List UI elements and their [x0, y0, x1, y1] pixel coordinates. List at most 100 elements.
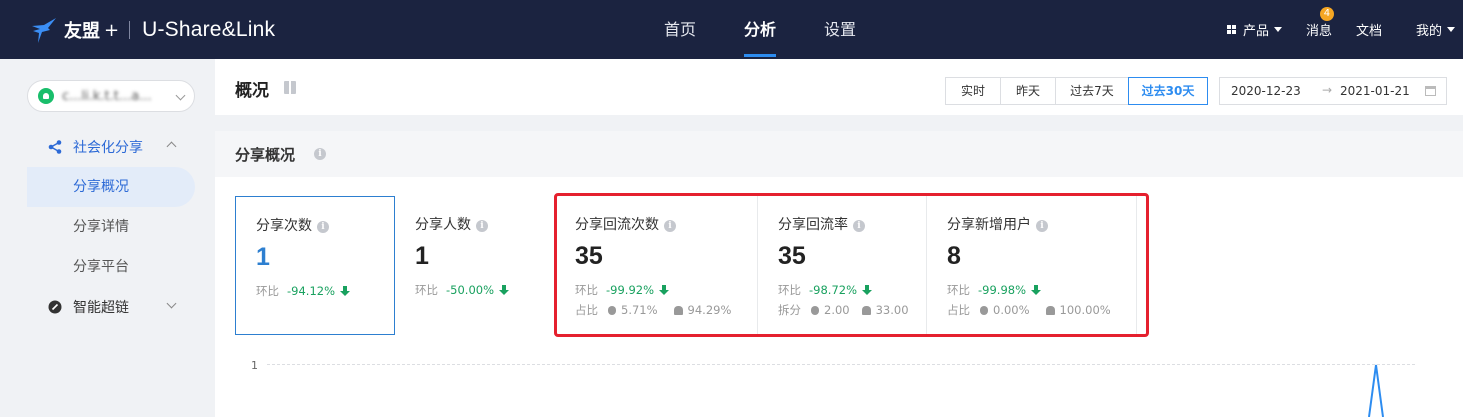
- messages-link[interactable]: 消息 4: [1305, 7, 1334, 39]
- info-icon[interactable]: i: [664, 220, 676, 232]
- split-label: 拆分: [778, 303, 801, 317]
- main-nav: 首页 分析 设置: [640, 0, 880, 59]
- apple-icon: [811, 305, 819, 315]
- android-icon: [673, 305, 683, 315]
- link-icon: [48, 300, 62, 314]
- android-value: 94.29%: [687, 303, 732, 317]
- grid-icon: [1226, 25, 1236, 34]
- umeng-logo[interactable]: 友盟 + U-Share&Link: [30, 14, 275, 46]
- android-value: 100.00%: [1059, 303, 1111, 317]
- metric-value: 35: [778, 242, 806, 270]
- date-range-tabs: 实时 昨天 过去7天 过去30天: [945, 77, 1208, 105]
- metric-label: 分享次数: [256, 218, 312, 234]
- menu-smart-link-label: 智能超链: [73, 300, 129, 316]
- sidebar-item-share-platform[interactable]: 分享平台: [27, 247, 195, 287]
- chart-series-line: [1368, 364, 1384, 417]
- page-header: 概况 实时 昨天 过去7天 过去30天 2020-12-23 → 2021-01…: [215, 59, 1463, 115]
- range-yesterday[interactable]: 昨天: [1000, 77, 1056, 105]
- logo-divider: [129, 21, 131, 39]
- ios-value: 2.00: [824, 303, 850, 317]
- ring-label: 环比: [575, 283, 598, 297]
- caret-down-icon: [1447, 27, 1455, 32]
- product-name: U-Share&Link: [142, 18, 276, 41]
- ios-value: 0.00%: [993, 303, 1030, 317]
- products-menu[interactable]: 产品: [1226, 20, 1282, 39]
- messages-badge: 4: [1319, 7, 1334, 21]
- metric-value: 35: [575, 242, 603, 270]
- calendar-icon: [1425, 86, 1436, 96]
- ios-value: 5.71%: [621, 303, 658, 317]
- android-app-icon: [38, 88, 54, 104]
- arrow-down-icon: [340, 286, 350, 296]
- metric-label: 分享新增用户: [947, 217, 1031, 233]
- date-range-picker[interactable]: 2020-12-23 → 2021-01-21: [1219, 77, 1447, 105]
- split-label: 占比: [575, 303, 598, 317]
- range-7-days[interactable]: 过去7天: [1055, 77, 1129, 105]
- info-icon[interactable]: i: [853, 220, 865, 232]
- range-30-days[interactable]: 过去30天: [1128, 77, 1208, 105]
- caret-down-icon: [1273, 27, 1282, 32]
- metric-value: 8: [947, 242, 961, 270]
- section-title: 分享概况: [235, 146, 296, 164]
- ring-label: 环比: [256, 284, 279, 298]
- ring-label: 环比: [947, 283, 970, 297]
- arrow-down-icon: [1031, 285, 1041, 295]
- ring-value: -99.92%: [606, 283, 654, 297]
- bird-logo-icon: [32, 18, 56, 43]
- top-right-menu: 产品 消息 4 文档 我的: [1226, 0, 1463, 59]
- share-overview-card: 分享概况 i 分享次数 i 1 环比 -94.12% 分享人数 i 1 环比 -50…: [215, 131, 1463, 417]
- info-icon[interactable]: i: [1036, 220, 1048, 232]
- android-icon: [861, 305, 871, 315]
- menu-social-share-label: 社会化分享: [73, 140, 143, 156]
- sidebar-item-share-overview[interactable]: 分享概况: [27, 167, 195, 207]
- metric-label: 分享人数: [415, 217, 471, 233]
- top-navbar: 友盟 + U-Share&Link 首页 分析 设置 产品 消息 4 文档 我的: [0, 0, 1463, 59]
- nav-home[interactable]: 首页: [640, 0, 720, 59]
- trend-chart: [1368, 364, 1384, 417]
- chevron-up-icon: [166, 141, 177, 152]
- metric-share-backflow-rate[interactable]: 分享回流率 i 35 环比 -98.72% 拆分 2.00 33.00: [758, 196, 927, 335]
- range-realtime[interactable]: 实时: [945, 77, 1001, 105]
- nav-analysis[interactable]: 分析: [720, 0, 800, 59]
- menu-smart-link[interactable]: 智能超链: [0, 287, 215, 327]
- ring-label: 环比: [415, 283, 438, 297]
- split-label: 占比: [947, 303, 970, 317]
- info-icon[interactable]: i: [314, 148, 326, 160]
- arrow-down-icon: [499, 285, 509, 295]
- products-label: 产品: [1242, 24, 1269, 39]
- metric-share-new-users[interactable]: 分享新增用户 i 8 环比 -99.98% 占比 0.00% 100.00%: [927, 196, 1137, 335]
- metric-label: 分享回流率: [778, 217, 848, 233]
- metric-value: 1: [256, 243, 270, 271]
- arrow-down-icon: [862, 285, 872, 295]
- app-selector[interactable]: c...li.k.t.t...a...: [27, 80, 195, 112]
- docs-link[interactable]: 文档: [1356, 20, 1382, 39]
- ring-label: 环比: [778, 283, 801, 297]
- arrow-right-icon: →: [1322, 83, 1333, 97]
- logo-cn-text: 友盟: [64, 21, 100, 42]
- menu-social-share[interactable]: 社会化分享: [0, 127, 215, 167]
- account-label: 我的: [1415, 24, 1442, 39]
- metric-value: 1: [415, 242, 429, 270]
- metric-share-count[interactable]: 分享次数 i 1 环比 -94.12%: [235, 196, 395, 335]
- metric-share-users[interactable]: 分享人数 i 1 环比 -50.00%: [395, 196, 555, 335]
- ring-value: -99.98%: [978, 283, 1026, 297]
- ring-value: -98.72%: [809, 283, 857, 297]
- share-icon: [48, 140, 62, 154]
- metric-label: 分享回流次数: [575, 217, 659, 233]
- sidebar: c...li.k.t.t...a... 社会化分享 分享概况 分享详情 分享平台…: [0, 59, 215, 417]
- info-icon[interactable]: i: [476, 220, 488, 232]
- arrow-down-icon: [659, 285, 669, 295]
- card-header: 分享概况 i: [215, 131, 1463, 177]
- chevron-down-icon: [166, 298, 177, 309]
- info-icon[interactable]: i: [317, 221, 329, 233]
- nav-settings[interactable]: 设置: [800, 0, 880, 59]
- sidebar-item-share-details[interactable]: 分享详情: [27, 207, 195, 247]
- apple-icon: [608, 305, 616, 315]
- date-end: 2021-01-21: [1340, 84, 1410, 98]
- account-menu[interactable]: 我的: [1416, 20, 1455, 39]
- android-icon: [1045, 305, 1055, 315]
- messages-label: 消息: [1305, 24, 1332, 39]
- metric-share-backflow-count[interactable]: 分享回流次数 i 35 环比 -99.92% 占比 5.71% 94.29%: [555, 196, 758, 335]
- book-icon[interactable]: [284, 81, 296, 94]
- page-title: 概况: [235, 81, 269, 101]
